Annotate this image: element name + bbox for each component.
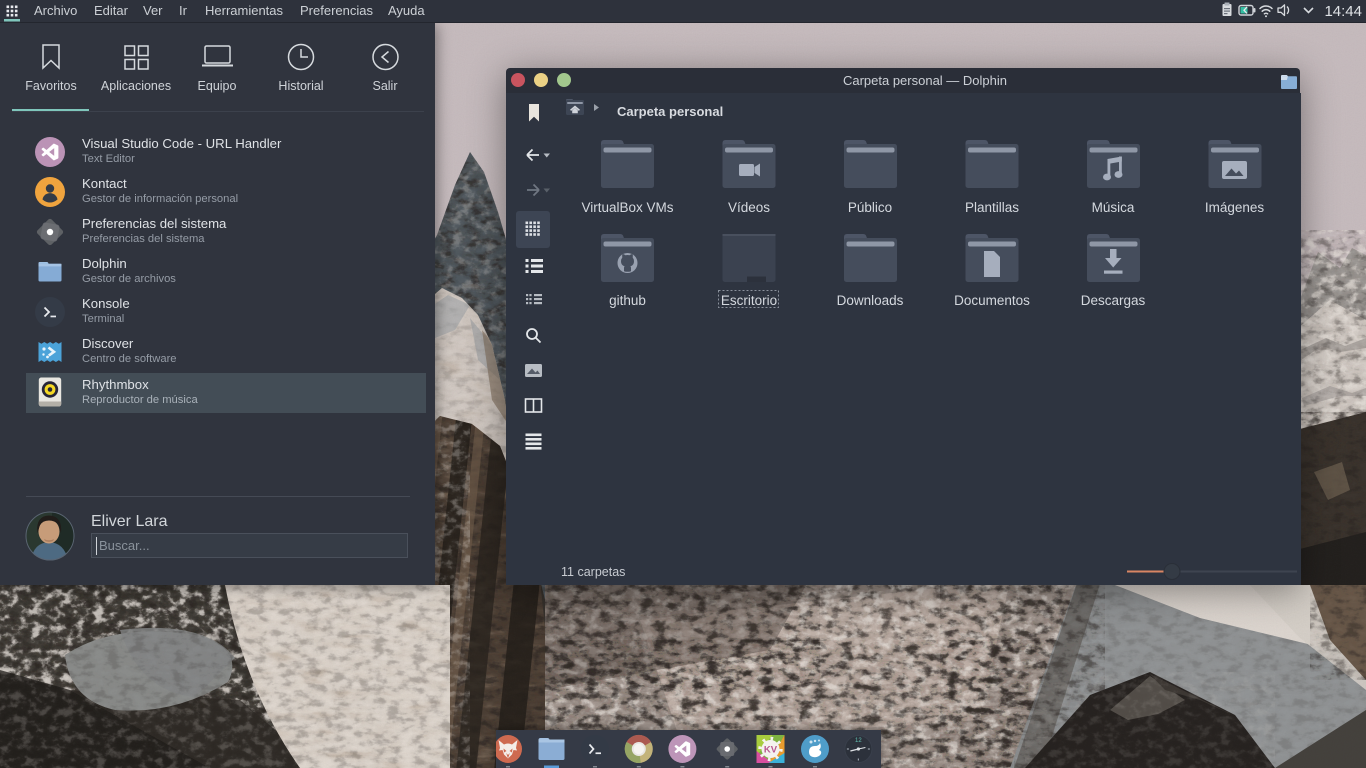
svg-text:KV: KV [764, 745, 778, 756]
svg-text:12: 12 [855, 738, 862, 744]
